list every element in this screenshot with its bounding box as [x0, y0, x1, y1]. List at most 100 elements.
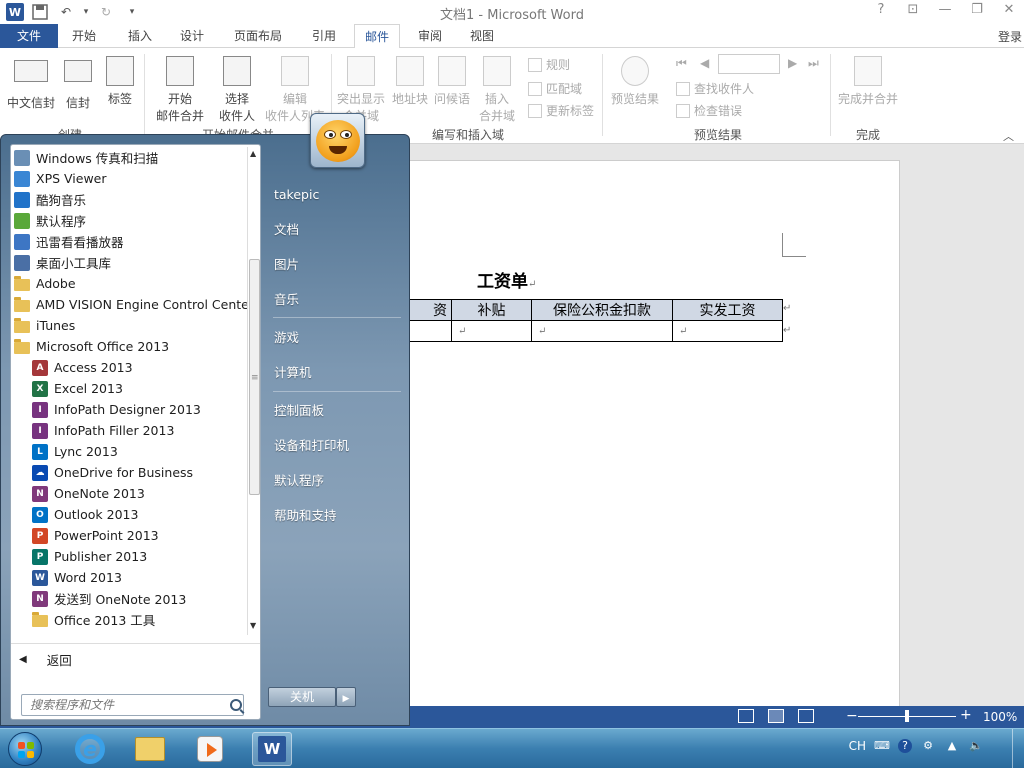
- find-recipient-button[interactable]: 查找收件人: [676, 80, 754, 97]
- tab-layout[interactable]: 页面布局: [224, 24, 292, 48]
- restore-button[interactable]: ❐: [968, 2, 986, 17]
- tab-file[interactable]: 文件: [0, 24, 58, 48]
- preview-results-button[interactable]: 预览结果: [608, 56, 662, 107]
- close-button[interactable]: ✕: [1000, 2, 1018, 17]
- table-header-cell[interactable]: 补贴: [451, 299, 532, 321]
- program-list-item[interactable]: 桌面小工具库: [11, 252, 247, 273]
- program-list-item[interactable]: P PowerPoint 2013: [11, 525, 247, 546]
- program-list-item[interactable]: Windows 传真和扫描: [11, 147, 247, 168]
- collapse-ribbon-icon[interactable]: ︿: [1003, 128, 1014, 144]
- print-layout-icon[interactable]: [768, 709, 784, 723]
- show-desktop-button[interactable]: [1012, 729, 1024, 768]
- program-list-item[interactable]: Adobe: [11, 273, 247, 294]
- program-list-item[interactable]: Microsoft Office 2013: [11, 336, 247, 357]
- ribbon-display-options-icon[interactable]: ⊡: [904, 2, 922, 17]
- program-list-item[interactable]: ☁ OneDrive for Business: [11, 462, 247, 483]
- start-item-games[interactable]: 游戏: [263, 324, 403, 352]
- table-cell[interactable]: ↵: [451, 320, 532, 342]
- show-hidden-icons-icon[interactable]: ▲: [944, 739, 960, 753]
- zoom-in-button[interactable]: +: [960, 707, 972, 723]
- tab-insert[interactable]: 插入: [118, 24, 162, 48]
- shutdown-button[interactable]: 关机: [268, 687, 336, 707]
- table-header-cell[interactable]: 实发工资: [672, 299, 783, 321]
- match-fields-button[interactable]: 匹配域: [528, 80, 582, 97]
- internet-explorer-icon[interactable]: e: [70, 732, 110, 766]
- check-errors-button[interactable]: 检查错误: [676, 102, 742, 119]
- table-cell[interactable]: ↵: [672, 320, 783, 342]
- program-list-item[interactable]: P Publisher 2013: [11, 546, 247, 567]
- start-search-input[interactable]: [30, 698, 226, 712]
- user-avatar[interactable]: [310, 113, 365, 168]
- program-list-item[interactable]: N OneNote 2013: [11, 483, 247, 504]
- shutdown-options-button[interactable]: ▶: [336, 687, 356, 707]
- start-item-computer[interactable]: 计算机: [263, 359, 403, 387]
- start-item-user[interactable]: takepic: [263, 181, 403, 209]
- finish-merge-button[interactable]: 完成并合并: [836, 56, 900, 107]
- program-list-item[interactable]: Office 2013 工具: [11, 609, 247, 630]
- start-item-music[interactable]: 音乐: [263, 286, 403, 314]
- minimize-button[interactable]: —: [936, 2, 954, 17]
- input-settings-icon[interactable]: ⚙: [920, 739, 936, 753]
- last-record-icon[interactable]: ⏭: [808, 56, 819, 71]
- help-icon[interactable]: ?: [872, 2, 890, 17]
- scroll-up-arrow-icon[interactable]: ▲: [250, 149, 256, 158]
- search-icon[interactable]: [230, 699, 242, 711]
- help-circle-icon[interactable]: ?: [898, 739, 912, 753]
- program-list-item[interactable]: O Outlook 2013: [11, 504, 247, 525]
- next-record-icon[interactable]: ▶: [788, 56, 797, 70]
- envelope-button[interactable]: 信封: [62, 60, 94, 111]
- program-list-scrollbar[interactable]: ▲ ≡ ▼: [247, 147, 260, 635]
- program-list-item[interactable]: A Access 2013: [11, 357, 247, 378]
- start-item-devices-printers[interactable]: 设备和打印机: [263, 432, 403, 460]
- web-layout-icon[interactable]: [798, 709, 814, 723]
- start-item-default-programs[interactable]: 默认程序: [263, 467, 403, 495]
- document-heading[interactable]: 工资单↵: [477, 267, 536, 292]
- insert-merge-field-button[interactable]: 插入 合并域: [474, 56, 520, 124]
- zoom-level[interactable]: 100%: [983, 710, 1017, 724]
- program-list-item[interactable]: iTunes: [11, 315, 247, 336]
- chinese-envelope-button[interactable]: 中文信封: [6, 60, 56, 111]
- tab-review[interactable]: 审阅: [408, 24, 452, 48]
- start-item-pictures[interactable]: 图片: [263, 251, 403, 279]
- program-list-item[interactable]: N 发送到 OneNote 2013: [11, 588, 247, 609]
- table-cell[interactable]: ↵: [531, 320, 673, 342]
- rules-button[interactable]: 规则: [528, 56, 570, 73]
- program-list-item[interactable]: I InfoPath Designer 2013: [11, 399, 247, 420]
- language-indicator[interactable]: CH: [849, 739, 866, 753]
- previous-record-icon[interactable]: ◀: [700, 56, 709, 70]
- program-list-item[interactable]: W Word 2013: [11, 567, 247, 588]
- program-list-item[interactable]: I InfoPath Filler 2013: [11, 420, 247, 441]
- update-labels-button[interactable]: 更新标签: [528, 102, 594, 119]
- program-list-item[interactable]: L Lync 2013: [11, 441, 247, 462]
- table-header-cell[interactable]: 保险公积金扣款: [531, 299, 673, 321]
- back-button[interactable]: ◀ 返回: [11, 643, 260, 675]
- word-taskbar-button[interactable]: W: [252, 732, 292, 766]
- tab-design[interactable]: 设计: [170, 24, 214, 48]
- select-recipients-button[interactable]: 选择 收件人: [212, 56, 262, 124]
- record-number-input[interactable]: [718, 54, 780, 74]
- program-list-item[interactable]: X Excel 2013: [11, 378, 247, 399]
- start-item-help-support[interactable]: 帮助和支持: [263, 502, 403, 530]
- keyboard-icon[interactable]: ⌨: [874, 739, 890, 753]
- file-explorer-icon[interactable]: [130, 732, 170, 766]
- scroll-down-arrow-icon[interactable]: ▼: [250, 621, 256, 630]
- program-list-item[interactable]: 默认程序: [11, 210, 247, 231]
- address-block-button[interactable]: 地址块: [390, 56, 430, 107]
- sign-in-link[interactable]: 登录: [998, 28, 1022, 45]
- tab-mailings[interactable]: 邮件: [354, 24, 401, 49]
- zoom-slider-thumb[interactable]: [905, 710, 909, 722]
- tab-references[interactable]: 引用: [302, 24, 346, 48]
- program-list-item[interactable]: XPS Viewer: [11, 168, 247, 189]
- start-orb[interactable]: [4, 729, 46, 768]
- volume-icon[interactable]: 🔈: [968, 739, 984, 753]
- start-mail-merge-button[interactable]: 开始 邮件合并: [150, 56, 210, 124]
- start-item-documents[interactable]: 文档: [263, 216, 403, 244]
- read-mode-icon[interactable]: [738, 709, 754, 723]
- program-list-item[interactable]: 酷狗音乐: [11, 189, 247, 210]
- start-item-control-panel[interactable]: 控制面板: [263, 397, 403, 425]
- zoom-out-button[interactable]: −: [846, 708, 858, 724]
- first-record-icon[interactable]: ⏮: [676, 56, 687, 71]
- start-search-box[interactable]: [21, 694, 244, 716]
- program-list-item[interactable]: AMD VISION Engine Control Center: [11, 294, 247, 315]
- media-player-icon[interactable]: [190, 732, 230, 766]
